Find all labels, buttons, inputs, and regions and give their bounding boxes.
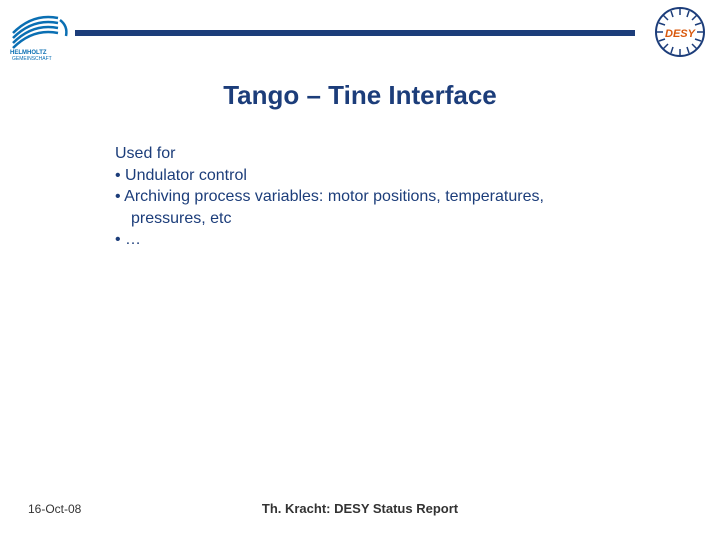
footer-author-title: Th. Kracht: DESY Status Report	[0, 501, 720, 516]
bullet-item: …	[115, 229, 620, 251]
content-heading: Used for	[115, 143, 620, 165]
header-divider	[75, 30, 635, 36]
slide-content: Used for Undulator control Archiving pro…	[115, 143, 620, 251]
slide-title: Tango – Tine Interface	[0, 80, 720, 111]
svg-text:DESY: DESY	[665, 28, 697, 40]
bullet-item: Archiving process variables: motor posit…	[115, 186, 620, 229]
desy-logo: DESY	[652, 4, 708, 60]
helmholtz-logo: HELMHOLTZ GEMEINSCHAFT	[8, 8, 78, 63]
svg-text:GEMEINSCHAFT: GEMEINSCHAFT	[12, 56, 52, 62]
bullet-item: Undulator control	[115, 165, 620, 187]
